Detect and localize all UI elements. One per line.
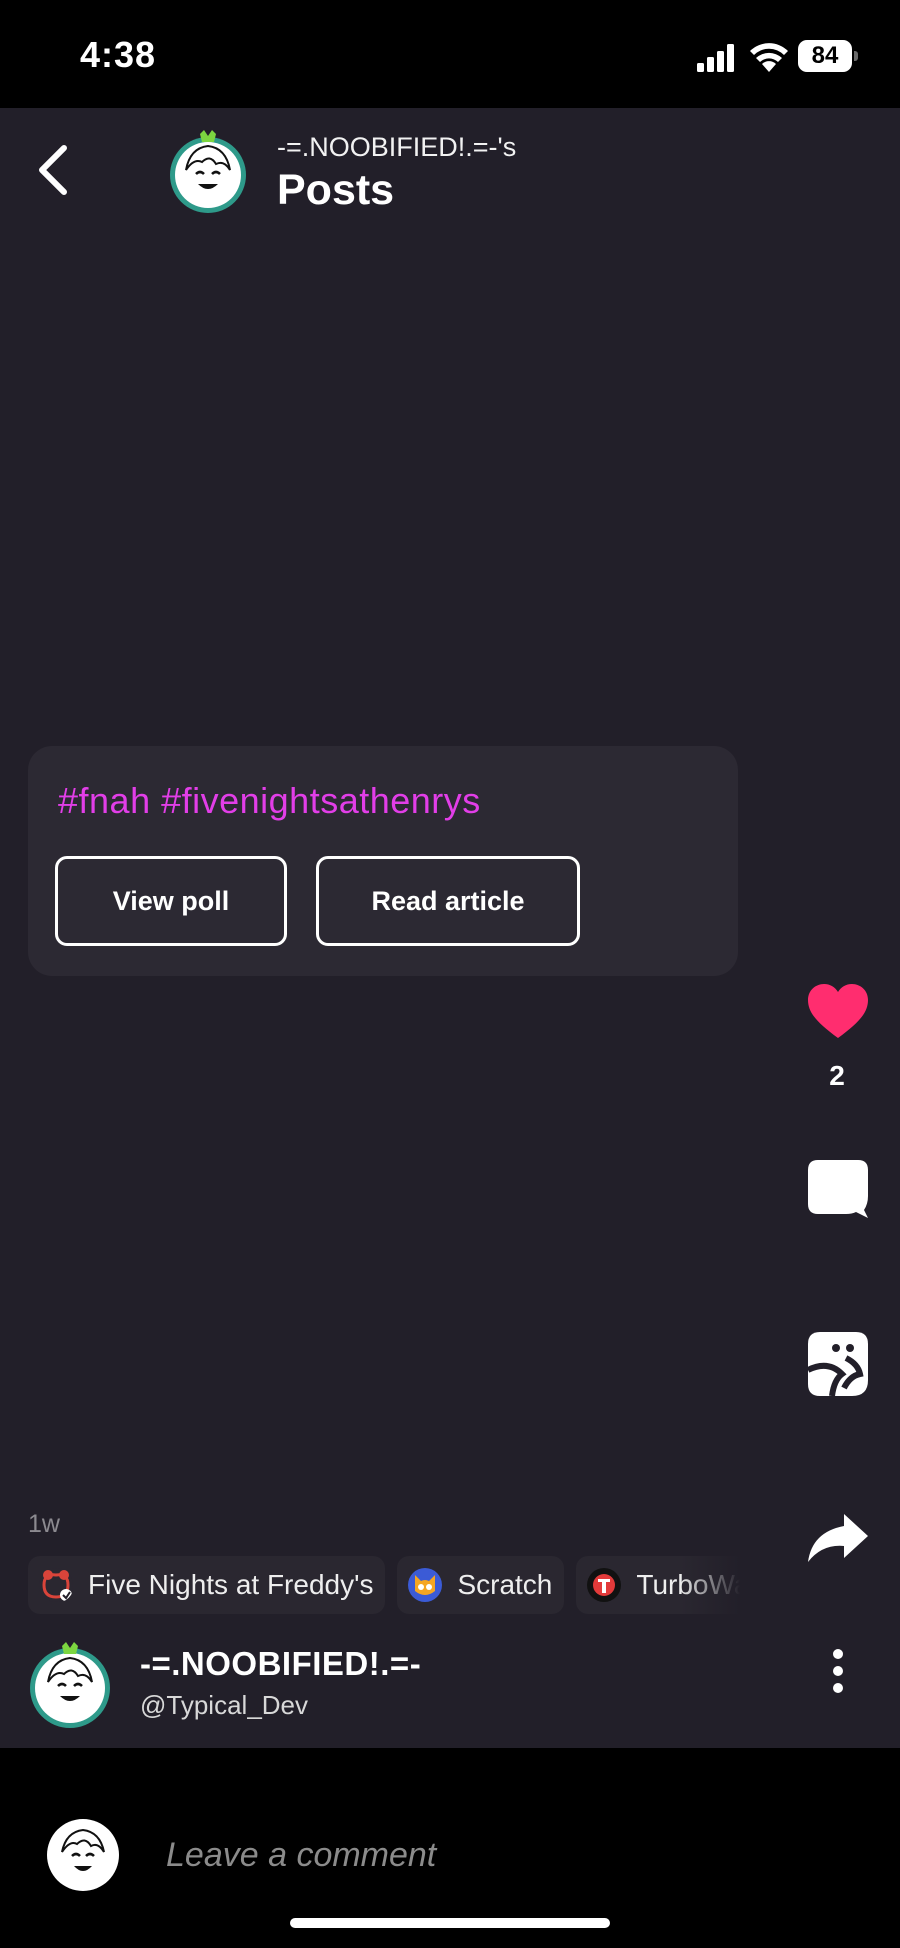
back-chevron-icon[interactable] [30,140,74,200]
community-tag-scratch[interactable]: Scratch [397,1556,565,1614]
user-avatar [47,1819,119,1891]
signal-icon [697,44,734,72]
heart-icon[interactable] [806,982,870,1040]
author-name[interactable]: -=.NOOBIFIED!.=- [140,1645,421,1683]
freddy-community-icon [39,1568,73,1602]
share-arrow-icon[interactable] [806,1512,870,1564]
home-indicator [290,1918,610,1928]
wifi-icon [750,43,788,72]
page-title: Posts [277,166,395,214]
post-timestamp: 1w [28,1510,60,1538]
post-card: #fnah #fivenightsathenrys View poll Read… [28,746,738,976]
author-handle: @Typical_Dev [140,1690,309,1720]
header-subtitle: -=.NOOBIFIED!.=-'s [277,132,517,162]
author-avatar[interactable] [26,1640,114,1728]
read-article-button[interactable]: Read article [316,856,580,946]
community-tags: Five Nights at Freddy's Scratch TurboWar… [28,1556,740,1614]
battery-level: 84 [798,40,852,72]
sticker-icon[interactable] [806,1330,870,1398]
like-count: 2 [829,1060,845,1091]
more-options-icon[interactable] [826,1646,850,1696]
status-bar: 4:38 84 [0,0,900,108]
battery-icon: 84 [798,40,858,72]
comment-bar [0,1748,900,1948]
avatar-icon[interactable] [166,130,250,214]
community-tag-fnaf[interactable]: Five Nights at Freddy's [28,1556,386,1614]
post-hashtags[interactable]: #fnah #fivenightsathenrys [58,780,481,822]
comment-bubble-icon[interactable] [806,1156,870,1220]
status-time: 4:38 [80,34,157,75]
comment-input[interactable] [166,1830,786,1880]
community-label: Five Nights at Freddy's [88,1569,374,1600]
view-poll-button[interactable]: View poll [55,856,287,946]
